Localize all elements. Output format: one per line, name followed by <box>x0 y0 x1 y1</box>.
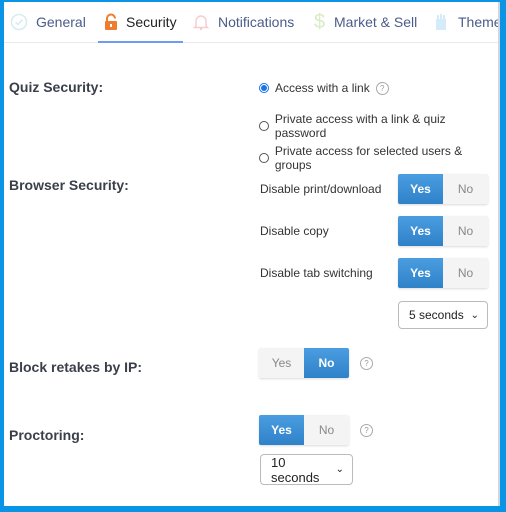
proctoring-toggle[interactable]: Yes No <box>259 415 349 445</box>
tab-notifications[interactable]: Notifications <box>192 2 294 42</box>
bell-icon <box>192 15 210 31</box>
yes-option[interactable]: Yes <box>259 348 304 378</box>
proctoring-interval-select[interactable]: 10 seconds ⌄ <box>260 454 353 485</box>
tab-security[interactable]: Security <box>98 2 183 43</box>
help-icon[interactable]: ? <box>375 81 389 95</box>
radio-label: Private access for selected users & grou… <box>274 144 463 172</box>
dollar-icon: $ <box>314 11 326 33</box>
tab-bar: General Security Notifications $ Market … <box>4 2 498 43</box>
tab-label: Theme <box>458 14 500 30</box>
chevron-down-icon: ⌄ <box>470 309 479 321</box>
yes-option[interactable]: Yes <box>398 216 443 246</box>
yes-option[interactable]: Yes <box>259 415 304 445</box>
yes-option[interactable]: Yes <box>398 258 443 288</box>
settings-panel: General Security Notifications $ Market … <box>4 2 500 506</box>
disable-print-label: Disable print/download <box>260 182 382 196</box>
tab-label: Market & Sell <box>334 14 418 30</box>
radio-button-selected[interactable] <box>259 83 269 93</box>
tab-general[interactable]: General <box>10 2 86 42</box>
radio-button[interactable] <box>259 153 269 163</box>
radio-private-users-groups[interactable]: Private access for selected users & grou… <box>259 144 498 172</box>
help-icon[interactable]: ? <box>498 183 500 196</box>
radio-label: Private access with a link & quiz passwo… <box>274 112 446 140</box>
radio-label: Access with a link <box>275 81 370 95</box>
yes-option[interactable]: Yes <box>398 174 443 204</box>
no-option[interactable]: No <box>443 258 488 288</box>
radio-private-link-password[interactable]: Private access with a link & quiz passwo… <box>259 112 498 140</box>
disable-tab-switching-toggle[interactable]: Yes No <box>398 258 488 288</box>
check-circle-icon <box>10 13 28 31</box>
disable-copy-toggle[interactable]: Yes No <box>398 216 488 246</box>
disable-print-toggle[interactable]: Yes No <box>398 174 488 204</box>
radio-button[interactable] <box>259 121 269 131</box>
help-icon[interactable]: ? <box>360 357 373 370</box>
brush-icon <box>436 14 446 30</box>
select-value: 10 seconds <box>271 454 320 485</box>
no-option[interactable]: No <box>304 415 349 445</box>
radio-access-with-link[interactable]: Access with a link ? <box>259 81 389 95</box>
tab-label: General <box>36 14 86 30</box>
lock-icon <box>105 13 117 30</box>
tab-label: Notifications <box>218 14 295 30</box>
block-retakes-toggle[interactable]: Yes No <box>259 348 349 378</box>
quiz-security-label: Quiz Security: <box>9 79 104 95</box>
proctoring-label: Proctoring: <box>9 427 85 443</box>
no-option[interactable]: No <box>304 348 349 378</box>
tab-label: Security <box>126 14 177 30</box>
tab-switch-timeout-select[interactable]: 5 seconds ⌄ <box>398 301 488 329</box>
help-icon[interactable]: ? <box>498 267 500 280</box>
tab-market-sell[interactable]: $ Market & Sell <box>314 2 417 42</box>
browser-security-label: Browser Security: <box>9 177 129 193</box>
select-value: 5 seconds <box>409 308 464 322</box>
chevron-down-icon: ⌄ <box>335 464 344 475</box>
help-icon[interactable]: ? <box>360 424 373 437</box>
no-option[interactable]: No <box>443 174 488 204</box>
help-icon[interactable]: ? <box>498 225 500 238</box>
tab-theme[interactable]: Theme <box>432 2 500 42</box>
disable-tab-switching-label: Disable tab switching <box>260 266 373 280</box>
no-option[interactable]: No <box>443 216 488 246</box>
block-retakes-label: Block retakes by IP: <box>9 359 143 375</box>
disable-copy-label: Disable copy <box>260 224 329 238</box>
